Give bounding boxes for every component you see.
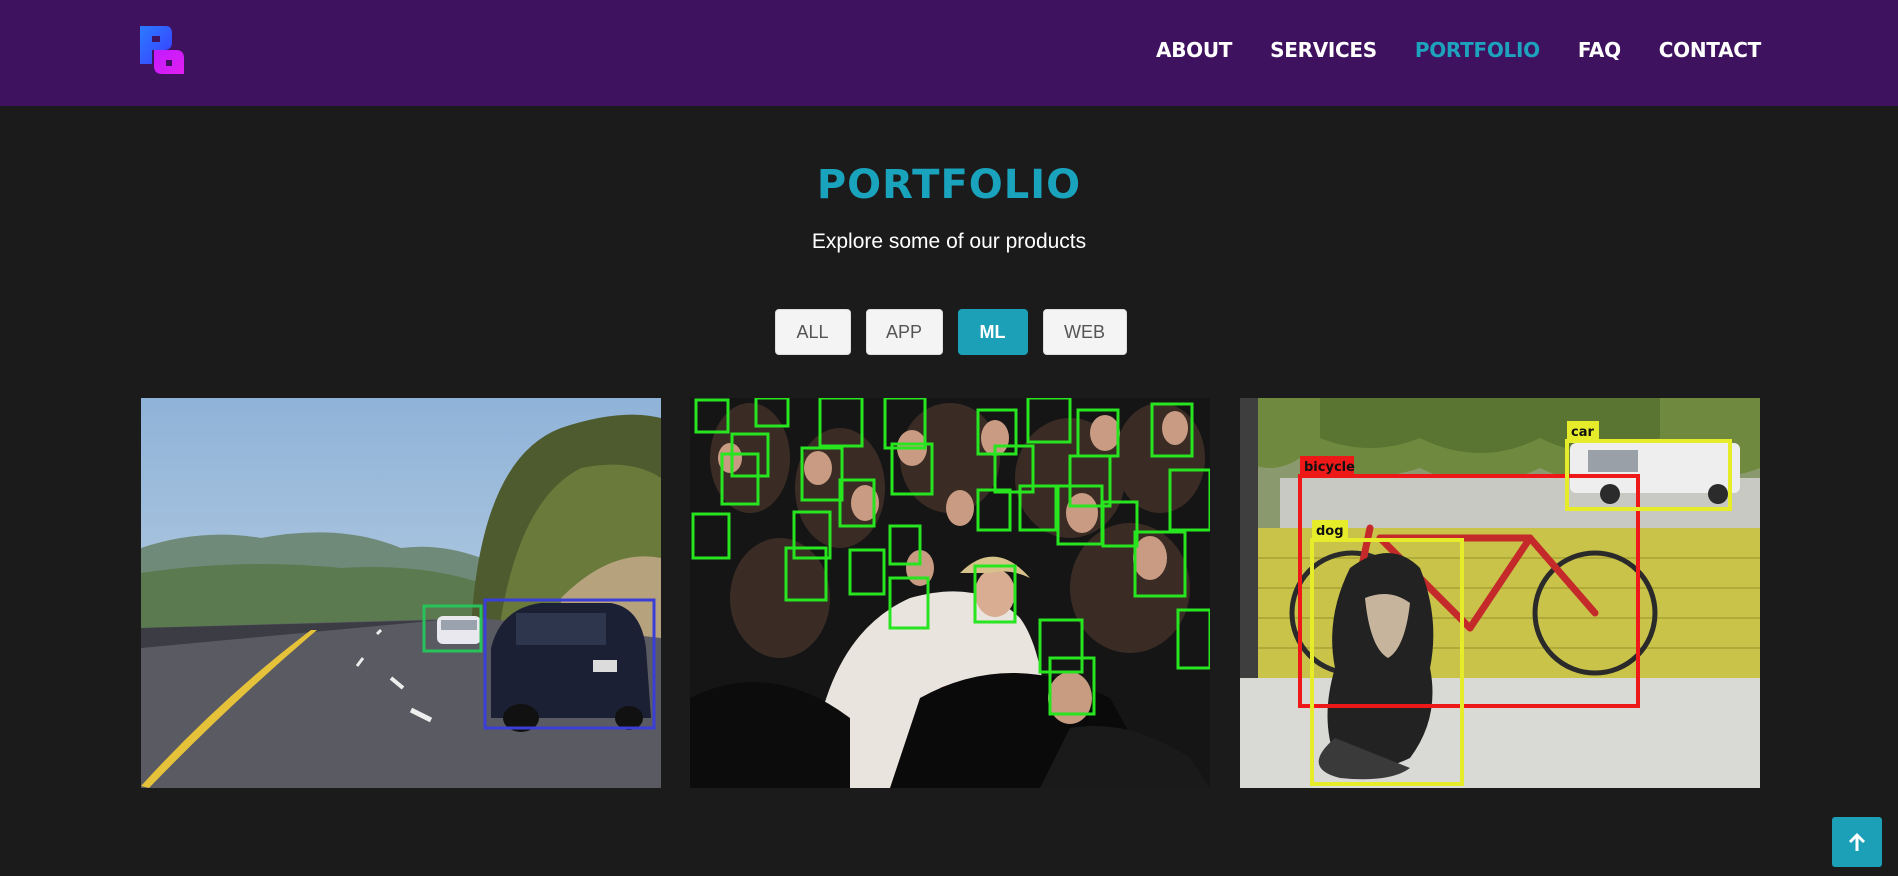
filter-app-button[interactable]: APP <box>865 309 943 355</box>
main-nav: ABOUT SERVICES PORTFOLIO FAQ CONTACT <box>1156 36 1761 64</box>
filter-web-button[interactable]: WEB <box>1042 309 1127 355</box>
nav-services[interactable]: SERVICES <box>1270 36 1377 64</box>
section-title: PORTFOLIO <box>816 162 1082 208</box>
vehicle-detection-image[interactable] <box>141 398 661 788</box>
object-detection-image[interactable]: bicycle car dog <box>1240 398 1760 788</box>
filter-ml-button[interactable]: ML <box>957 309 1028 355</box>
arrow-up-icon <box>1849 833 1865 851</box>
face-detection-image[interactable] <box>690 398 1210 788</box>
nav-about[interactable]: ABOUT <box>1156 36 1232 64</box>
pd-logo-icon[interactable] <box>140 24 184 76</box>
section-subtitle: Explore some of our products <box>811 230 1087 253</box>
dog-label: dog <box>1316 524 1344 539</box>
nav-faq[interactable]: FAQ <box>1578 36 1621 64</box>
car-label: car <box>1571 425 1594 440</box>
portfolio-filters: ALL APP ML WEB <box>0 309 1898 355</box>
filter-all-button[interactable]: ALL <box>774 309 851 355</box>
site-header: ABOUT SERVICES PORTFOLIO FAQ CONTACT <box>0 0 1898 106</box>
bicycle-label: bicycle <box>1304 460 1355 475</box>
nav-contact[interactable]: CONTACT <box>1659 36 1762 64</box>
nav-portfolio[interactable]: PORTFOLIO <box>1415 36 1540 64</box>
back-to-top-button[interactable] <box>1832 817 1882 867</box>
